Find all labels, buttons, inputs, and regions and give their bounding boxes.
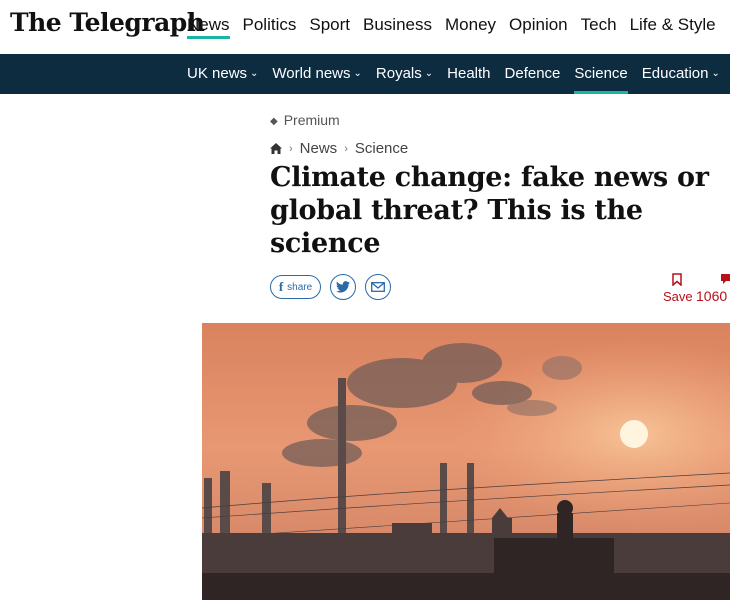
- subnav-world-news[interactable]: World news ⌄: [272, 54, 361, 94]
- subnav-label: UK news: [187, 65, 248, 82]
- nav-business[interactable]: Business: [363, 0, 432, 39]
- nav-life-style[interactable]: Life & Style: [630, 0, 716, 39]
- subnav-label: Royals: [375, 65, 422, 82]
- premium-badge: ◆ Premium: [270, 112, 340, 128]
- breadcrumb-science[interactable]: Science: [355, 140, 408, 157]
- subnav-uk-news[interactable]: UK news ⌄: [187, 54, 258, 94]
- telegraph-logo[interactable]: The Telegraph: [10, 8, 205, 37]
- nav-money[interactable]: Money: [445, 0, 496, 39]
- industrial-sunset-photo: [202, 323, 730, 600]
- nav-sport[interactable]: Sport: [309, 0, 350, 39]
- nav-news[interactable]: News: [187, 0, 230, 39]
- subnav-education[interactable]: Education ⌄: [642, 54, 720, 94]
- section-nav-bar: UK news ⌄ World news ⌄ Royals ⌄ Health Defe…: [0, 54, 730, 94]
- breadcrumb-news[interactable]: News: [300, 140, 338, 157]
- chevron-right-icon: ›: [344, 142, 348, 155]
- twitter-icon: [336, 281, 350, 293]
- save-label: Save: [663, 289, 693, 304]
- chevron-down-icon: ⌄: [424, 68, 434, 79]
- speech-bubble-icon: [721, 274, 730, 284]
- section-nav: UK news ⌄ World news ⌄ Royals ⌄ Health Defe…: [187, 54, 730, 94]
- hero-image: [202, 323, 730, 600]
- chevron-right-icon: ›: [289, 142, 293, 155]
- comments-button[interactable]: 1060: [696, 273, 730, 304]
- share-bar: f share: [270, 274, 400, 300]
- chevron-down-icon: ⌄: [250, 68, 259, 79]
- subnav-label: World news: [272, 65, 351, 82]
- diamond-icon: ◆: [270, 116, 278, 127]
- email-share-button[interactable]: [365, 274, 391, 300]
- bookmark-icon: [672, 273, 682, 287]
- chevron-down-icon: ⌄: [711, 68, 720, 79]
- subnav-defence[interactable]: Defence: [505, 54, 561, 94]
- comment-count: 1060: [696, 288, 728, 304]
- nav-opinion[interactable]: Opinion: [509, 0, 568, 39]
- facebook-share-label: share: [287, 281, 313, 293]
- subnav-health[interactable]: Health: [447, 54, 490, 94]
- primary-nav: News Politics Sport Business Money Opini…: [187, 0, 729, 54]
- save-button[interactable]: Save: [663, 273, 693, 304]
- article-headline: Climate change: fake news or global thre…: [270, 162, 709, 259]
- envelope-icon: [371, 282, 385, 292]
- facebook-icon: f: [278, 279, 284, 294]
- premium-label: Premium: [283, 112, 340, 128]
- subnav-royals[interactable]: Royals ⌄: [376, 54, 433, 94]
- twitter-share-button[interactable]: [330, 274, 356, 300]
- breadcrumb: › News › Science: [270, 140, 408, 157]
- nav-tech[interactable]: Tech: [581, 0, 617, 39]
- home-icon[interactable]: [270, 143, 282, 154]
- facebook-share-button[interactable]: f share: [270, 275, 321, 299]
- nav-politics[interactable]: Politics: [243, 0, 297, 39]
- subnav-label: Education: [641, 65, 709, 82]
- masthead: The Telegraph News Politics Sport Busine…: [0, 0, 730, 54]
- subnav-science[interactable]: Science: [574, 54, 629, 94]
- chevron-down-icon: ⌄: [353, 68, 362, 79]
